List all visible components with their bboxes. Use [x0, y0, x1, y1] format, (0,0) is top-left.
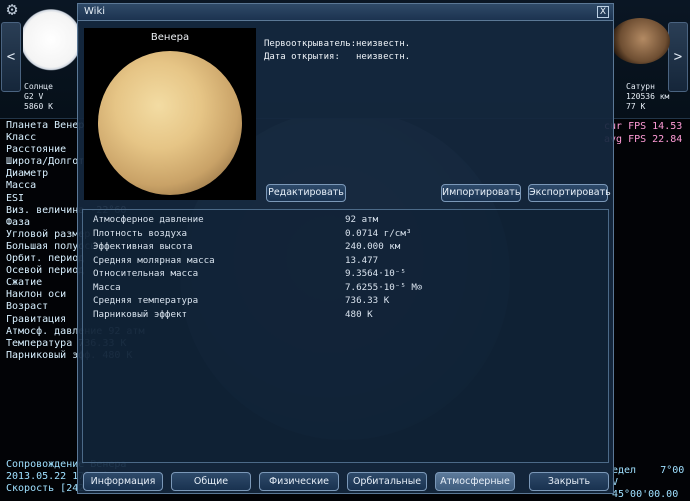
fps-counter: cur FPS 14.53 avg FPS 22.84 — [604, 121, 683, 145]
atmosphere-value: 480 K — [345, 308, 373, 320]
discoverer-value: неизвестн. — [356, 39, 411, 49]
atmosphere-key: Средняя молярная масса — [93, 254, 215, 266]
thumb-sun-label: Солнце G2 V 5860 K — [24, 82, 53, 111]
atmosphere-key: Плотность воздуха — [93, 227, 188, 239]
atmosphere-value: 9.3564·10⁻⁵ — [345, 268, 406, 279]
tab-info[interactable]: Информация — [83, 472, 163, 491]
atmosphere-table: Атмосферное давление 92 атм Плотность возд… — [82, 209, 609, 463]
dialog-title: Wiki — [84, 6, 106, 17]
atmosphere-value: 736.33 K — [345, 295, 390, 306]
discovery-date-label: Дата открытия: — [264, 52, 340, 62]
tab-general[interactable]: Общие — [171, 472, 251, 491]
atmosphere-value: 240.000 км — [345, 241, 401, 252]
discovery-date-value: неизвестн. — [356, 52, 411, 62]
export-button[interactable]: Экспортировать — [528, 184, 611, 202]
status-right: едел 7°00 V 45°00'00.00 — [612, 465, 685, 500]
discoverer-label: Первооткрыватель: — [264, 39, 357, 49]
thumb-saturn-image[interactable] — [610, 18, 670, 64]
atmosphere-value: 7.6255·10⁻⁵ M⊙ — [345, 281, 423, 293]
gear-icon[interactable]: ⚙ — [2, 0, 22, 20]
wiki-dialog: Wiki X Венера Первооткрыватель:неизвестн… — [77, 3, 614, 494]
venus-image — [98, 51, 242, 195]
close-icon[interactable]: X — [597, 6, 609, 18]
planet-image-frame: Венера — [84, 28, 256, 200]
thumb-saturn-label: Сатурн 120536 км 77 K — [626, 82, 670, 111]
edit-button[interactable]: Редактировать — [266, 184, 346, 202]
atmosphere-key: Атмосферное давление — [93, 214, 204, 225]
tab-orbital[interactable]: Орбитальные — [347, 472, 427, 491]
dialog-titlebar[interactable]: Wiki X — [78, 4, 613, 21]
carousel-prev-button[interactable]: < — [1, 22, 21, 92]
atmosphere-value: 13.477 — [345, 254, 379, 266]
close-button[interactable]: Закрыть — [529, 472, 609, 491]
carousel-next-button[interactable]: > — [668, 22, 688, 92]
atmosphere-value: 0.0714 г/см³ — [345, 227, 412, 239]
atmosphere-key: Средняя температура — [93, 295, 199, 306]
atmosphere-key: Парниковый эффект — [93, 308, 188, 320]
tab-physical[interactable]: Физические — [259, 472, 339, 491]
planet-image-title: Венера — [150, 32, 190, 43]
thumb-sun-image[interactable] — [23, 6, 79, 81]
atmosphere-value: 92 атм — [345, 214, 379, 225]
discovery-info: Первооткрыватель:неизвестн. Дата открыти… — [264, 38, 410, 64]
atmosphere-key: Эффективная высота — [93, 241, 193, 252]
tab-atmosphere[interactable]: Атмосферные — [435, 472, 515, 491]
atmosphere-key: Относительная масса — [93, 268, 199, 279]
atmosphere-key: Масса — [93, 281, 121, 293]
import-button[interactable]: Импортировать — [441, 184, 521, 202]
